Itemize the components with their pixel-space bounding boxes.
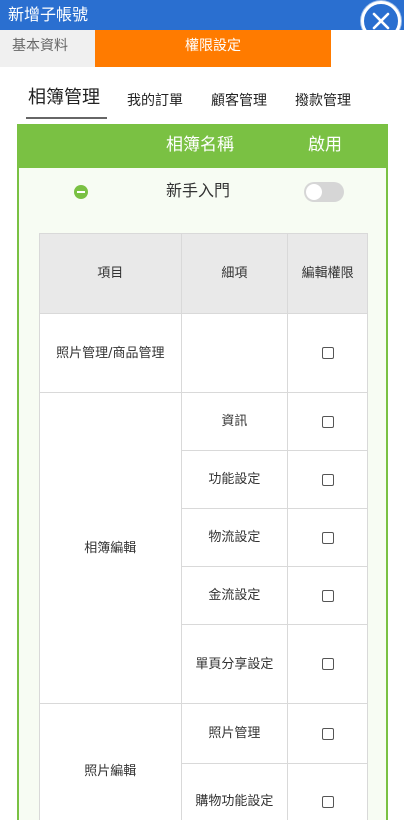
dialog-title: 新增子帳號 xyxy=(8,5,89,24)
permission-table: 項目 細項 編輯權限 照片管理/商品管理 相簿編輯 資訊 功能設定 物流設定 金… xyxy=(39,233,368,820)
edit-permission-checkbox[interactable] xyxy=(321,473,334,486)
header-detail: 細項 xyxy=(180,233,289,314)
column-enable: 啟用 xyxy=(308,135,342,155)
dialog-titlebar: 新增子帳號 xyxy=(0,0,404,30)
row-detail: 購物功能設定 xyxy=(180,763,289,820)
edit-permission-checkbox[interactable] xyxy=(321,795,334,808)
row-detail xyxy=(180,313,289,393)
row-item: 照片編輯 xyxy=(39,703,182,820)
row-detail: 資訊 xyxy=(180,392,289,451)
tab-permission-settings[interactable]: 權限設定 xyxy=(95,30,331,67)
row-detail: 照片管理 xyxy=(180,703,289,764)
row-detail: 單頁分享設定 xyxy=(180,624,289,704)
minus-circle-icon[interactable] xyxy=(74,185,88,199)
table-row: 照片編輯 照片管理 xyxy=(39,703,368,820)
subtab-customer-management[interactable]: 顧客管理 xyxy=(211,87,267,121)
subtab-payout-management[interactable]: 撥款管理 xyxy=(295,87,351,121)
album-name: 新手入門 xyxy=(166,181,231,200)
header-edit-permission: 編輯權限 xyxy=(287,233,368,314)
tab-basic-info[interactable]: 基本資料 xyxy=(0,30,95,67)
edit-permission-checkbox[interactable] xyxy=(321,347,334,359)
subtab-my-orders[interactable]: 我的訂單 xyxy=(127,87,183,121)
table-row: 照片管理/商品管理 xyxy=(39,313,368,393)
column-album-name: 相簿名稱 xyxy=(166,135,234,155)
row-detail: 金流設定 xyxy=(180,566,289,625)
close-icon xyxy=(372,12,390,30)
album-permission-panel: 相簿名稱 啟用 新手入門 項目 細項 編輯權限 照片管理/商品管理 相簿編輯 資… xyxy=(17,124,388,820)
row-item: 照片管理/商品管理 xyxy=(39,313,182,393)
edit-permission-checkbox[interactable] xyxy=(321,727,334,740)
subtab-album-management[interactable]: 相簿管理 xyxy=(28,84,100,118)
row-item: 相簿編輯 xyxy=(39,392,182,704)
header-item: 項目 xyxy=(39,233,182,314)
album-enable-toggle[interactable] xyxy=(304,182,344,202)
panel-header: 相簿名稱 啟用 xyxy=(19,124,386,168)
table-header-row: 項目 細項 編輯權限 xyxy=(39,233,368,314)
active-tab-underline xyxy=(26,117,107,119)
edit-permission-checkbox[interactable] xyxy=(321,589,334,602)
row-detail: 物流設定 xyxy=(180,508,289,567)
edit-permission-checkbox[interactable] xyxy=(321,531,334,544)
edit-permission-checkbox[interactable] xyxy=(321,415,334,428)
table-row: 相簿編輯 資訊 xyxy=(39,392,368,704)
sub-tabs: 相簿管理 我的訂單 顧客管理 撥款管理 xyxy=(0,84,404,120)
row-detail: 功能設定 xyxy=(180,450,289,509)
edit-permission-checkbox[interactable] xyxy=(321,658,334,670)
main-tabs: 基本資料 權限設定 xyxy=(0,30,404,67)
